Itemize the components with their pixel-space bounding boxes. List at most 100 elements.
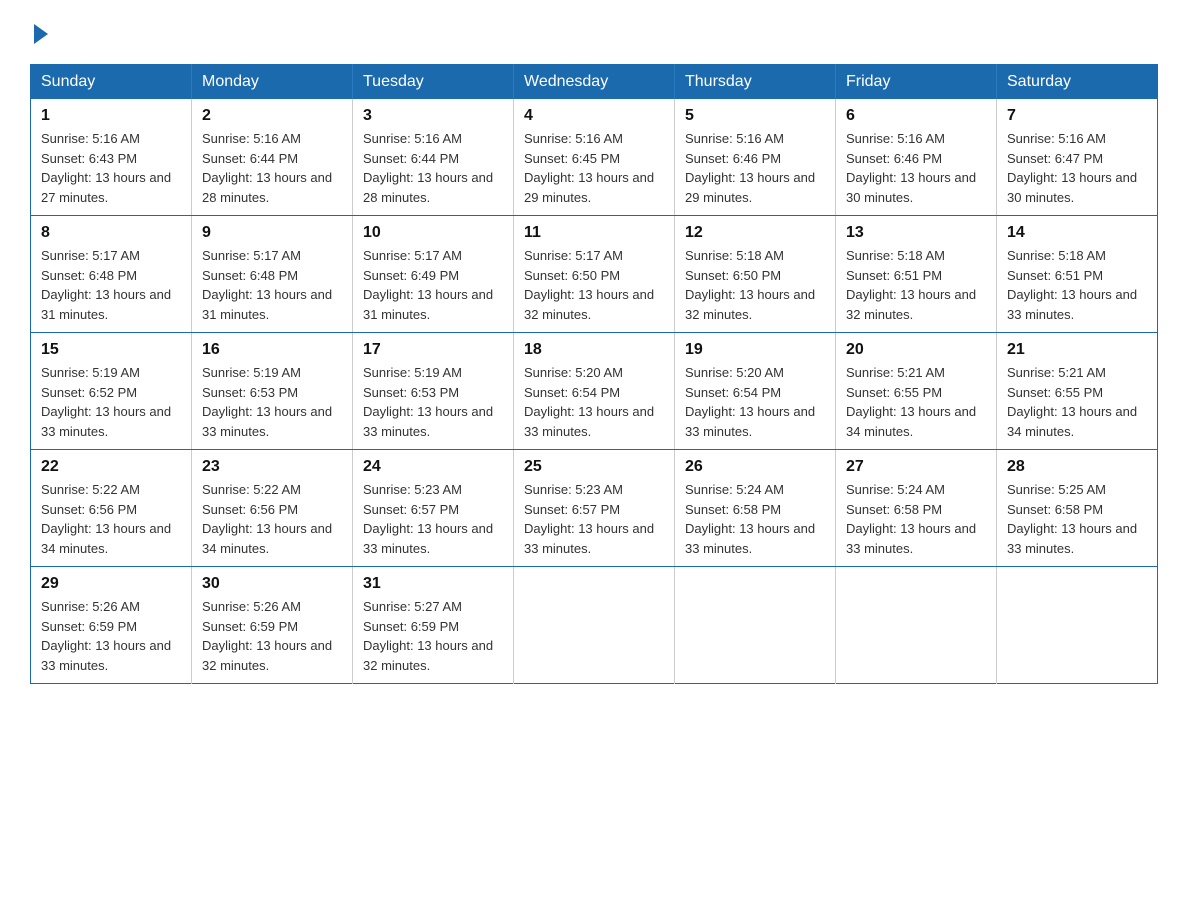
weekday-header-row: SundayMondayTuesdayWednesdayThursdayFrid…: [31, 65, 1158, 100]
calendar-cell: 17 Sunrise: 5:19 AMSunset: 6:53 PMDaylig…: [353, 333, 514, 450]
calendar-cell: 5 Sunrise: 5:16 AMSunset: 6:46 PMDayligh…: [675, 99, 836, 216]
day-number: 2: [202, 107, 342, 125]
day-number: 10: [363, 224, 503, 242]
day-info: Sunrise: 5:16 AMSunset: 6:44 PMDaylight:…: [202, 131, 332, 205]
day-info: Sunrise: 5:19 AMSunset: 6:53 PMDaylight:…: [363, 365, 493, 439]
calendar-cell: 24 Sunrise: 5:23 AMSunset: 6:57 PMDaylig…: [353, 450, 514, 567]
calendar-cell: 27 Sunrise: 5:24 AMSunset: 6:58 PMDaylig…: [836, 450, 997, 567]
weekday-header-sunday: Sunday: [31, 65, 192, 100]
calendar-cell: 30 Sunrise: 5:26 AMSunset: 6:59 PMDaylig…: [192, 567, 353, 684]
calendar-cell: 4 Sunrise: 5:16 AMSunset: 6:45 PMDayligh…: [514, 99, 675, 216]
day-info: Sunrise: 5:17 AMSunset: 6:48 PMDaylight:…: [41, 248, 171, 322]
day-info: Sunrise: 5:21 AMSunset: 6:55 PMDaylight:…: [1007, 365, 1137, 439]
calendar-cell: [675, 567, 836, 684]
calendar-cell: 14 Sunrise: 5:18 AMSunset: 6:51 PMDaylig…: [997, 216, 1158, 333]
day-number: 23: [202, 458, 342, 476]
calendar-cell: 31 Sunrise: 5:27 AMSunset: 6:59 PMDaylig…: [353, 567, 514, 684]
day-number: 29: [41, 575, 181, 593]
calendar-week-row: 1 Sunrise: 5:16 AMSunset: 6:43 PMDayligh…: [31, 99, 1158, 216]
day-info: Sunrise: 5:23 AMSunset: 6:57 PMDaylight:…: [524, 482, 654, 556]
calendar-cell: 26 Sunrise: 5:24 AMSunset: 6:58 PMDaylig…: [675, 450, 836, 567]
calendar-table: SundayMondayTuesdayWednesdayThursdayFrid…: [30, 64, 1158, 684]
logo: [30, 20, 48, 44]
day-info: Sunrise: 5:17 AMSunset: 6:48 PMDaylight:…: [202, 248, 332, 322]
calendar-week-row: 15 Sunrise: 5:19 AMSunset: 6:52 PMDaylig…: [31, 333, 1158, 450]
weekday-header-tuesday: Tuesday: [353, 65, 514, 100]
weekday-header-saturday: Saturday: [997, 65, 1158, 100]
calendar-cell: 13 Sunrise: 5:18 AMSunset: 6:51 PMDaylig…: [836, 216, 997, 333]
calendar-cell: 3 Sunrise: 5:16 AMSunset: 6:44 PMDayligh…: [353, 99, 514, 216]
day-info: Sunrise: 5:17 AMSunset: 6:49 PMDaylight:…: [363, 248, 493, 322]
day-number: 20: [846, 341, 986, 359]
day-number: 26: [685, 458, 825, 476]
weekday-header-friday: Friday: [836, 65, 997, 100]
day-info: Sunrise: 5:19 AMSunset: 6:53 PMDaylight:…: [202, 365, 332, 439]
weekday-header-thursday: Thursday: [675, 65, 836, 100]
day-number: 6: [846, 107, 986, 125]
calendar-cell: 25 Sunrise: 5:23 AMSunset: 6:57 PMDaylig…: [514, 450, 675, 567]
day-number: 12: [685, 224, 825, 242]
day-number: 3: [363, 107, 503, 125]
day-number: 8: [41, 224, 181, 242]
day-info: Sunrise: 5:26 AMSunset: 6:59 PMDaylight:…: [41, 599, 171, 673]
day-info: Sunrise: 5:16 AMSunset: 6:46 PMDaylight:…: [846, 131, 976, 205]
day-number: 15: [41, 341, 181, 359]
calendar-cell: 2 Sunrise: 5:16 AMSunset: 6:44 PMDayligh…: [192, 99, 353, 216]
calendar-cell: 9 Sunrise: 5:17 AMSunset: 6:48 PMDayligh…: [192, 216, 353, 333]
calendar-cell: 18 Sunrise: 5:20 AMSunset: 6:54 PMDaylig…: [514, 333, 675, 450]
day-number: 19: [685, 341, 825, 359]
day-number: 27: [846, 458, 986, 476]
calendar-cell: 6 Sunrise: 5:16 AMSunset: 6:46 PMDayligh…: [836, 99, 997, 216]
calendar-cell: 23 Sunrise: 5:22 AMSunset: 6:56 PMDaylig…: [192, 450, 353, 567]
calendar-cell: 7 Sunrise: 5:16 AMSunset: 6:47 PMDayligh…: [997, 99, 1158, 216]
calendar-week-row: 22 Sunrise: 5:22 AMSunset: 6:56 PMDaylig…: [31, 450, 1158, 567]
logo-arrow-icon: [34, 24, 48, 44]
day-number: 11: [524, 224, 664, 242]
page-header: [30, 20, 1158, 44]
day-number: 1: [41, 107, 181, 125]
day-info: Sunrise: 5:17 AMSunset: 6:50 PMDaylight:…: [524, 248, 654, 322]
day-number: 24: [363, 458, 503, 476]
day-info: Sunrise: 5:16 AMSunset: 6:45 PMDaylight:…: [524, 131, 654, 205]
day-info: Sunrise: 5:20 AMSunset: 6:54 PMDaylight:…: [685, 365, 815, 439]
day-number: 4: [524, 107, 664, 125]
day-info: Sunrise: 5:18 AMSunset: 6:51 PMDaylight:…: [846, 248, 976, 322]
day-number: 30: [202, 575, 342, 593]
day-info: Sunrise: 5:19 AMSunset: 6:52 PMDaylight:…: [41, 365, 171, 439]
calendar-cell: 12 Sunrise: 5:18 AMSunset: 6:50 PMDaylig…: [675, 216, 836, 333]
calendar-cell: 10 Sunrise: 5:17 AMSunset: 6:49 PMDaylig…: [353, 216, 514, 333]
day-info: Sunrise: 5:16 AMSunset: 6:46 PMDaylight:…: [685, 131, 815, 205]
day-number: 14: [1007, 224, 1147, 242]
day-info: Sunrise: 5:16 AMSunset: 6:44 PMDaylight:…: [363, 131, 493, 205]
day-number: 28: [1007, 458, 1147, 476]
day-info: Sunrise: 5:20 AMSunset: 6:54 PMDaylight:…: [524, 365, 654, 439]
calendar-cell: 20 Sunrise: 5:21 AMSunset: 6:55 PMDaylig…: [836, 333, 997, 450]
calendar-cell: 29 Sunrise: 5:26 AMSunset: 6:59 PMDaylig…: [31, 567, 192, 684]
day-info: Sunrise: 5:22 AMSunset: 6:56 PMDaylight:…: [41, 482, 171, 556]
day-info: Sunrise: 5:27 AMSunset: 6:59 PMDaylight:…: [363, 599, 493, 673]
day-number: 7: [1007, 107, 1147, 125]
day-info: Sunrise: 5:23 AMSunset: 6:57 PMDaylight:…: [363, 482, 493, 556]
day-info: Sunrise: 5:24 AMSunset: 6:58 PMDaylight:…: [846, 482, 976, 556]
weekday-header-wednesday: Wednesday: [514, 65, 675, 100]
calendar-cell: 11 Sunrise: 5:17 AMSunset: 6:50 PMDaylig…: [514, 216, 675, 333]
calendar-cell: 19 Sunrise: 5:20 AMSunset: 6:54 PMDaylig…: [675, 333, 836, 450]
day-number: 18: [524, 341, 664, 359]
calendar-cell: 16 Sunrise: 5:19 AMSunset: 6:53 PMDaylig…: [192, 333, 353, 450]
day-info: Sunrise: 5:18 AMSunset: 6:50 PMDaylight:…: [685, 248, 815, 322]
day-info: Sunrise: 5:16 AMSunset: 6:47 PMDaylight:…: [1007, 131, 1137, 205]
day-number: 9: [202, 224, 342, 242]
calendar-cell: 22 Sunrise: 5:22 AMSunset: 6:56 PMDaylig…: [31, 450, 192, 567]
calendar-week-row: 29 Sunrise: 5:26 AMSunset: 6:59 PMDaylig…: [31, 567, 1158, 684]
day-info: Sunrise: 5:24 AMSunset: 6:58 PMDaylight:…: [685, 482, 815, 556]
day-info: Sunrise: 5:26 AMSunset: 6:59 PMDaylight:…: [202, 599, 332, 673]
calendar-cell: 1 Sunrise: 5:16 AMSunset: 6:43 PMDayligh…: [31, 99, 192, 216]
calendar-cell: 15 Sunrise: 5:19 AMSunset: 6:52 PMDaylig…: [31, 333, 192, 450]
day-number: 13: [846, 224, 986, 242]
day-info: Sunrise: 5:22 AMSunset: 6:56 PMDaylight:…: [202, 482, 332, 556]
day-info: Sunrise: 5:21 AMSunset: 6:55 PMDaylight:…: [846, 365, 976, 439]
day-number: 31: [363, 575, 503, 593]
calendar-cell: 28 Sunrise: 5:25 AMSunset: 6:58 PMDaylig…: [997, 450, 1158, 567]
calendar-cell: 21 Sunrise: 5:21 AMSunset: 6:55 PMDaylig…: [997, 333, 1158, 450]
day-number: 21: [1007, 341, 1147, 359]
